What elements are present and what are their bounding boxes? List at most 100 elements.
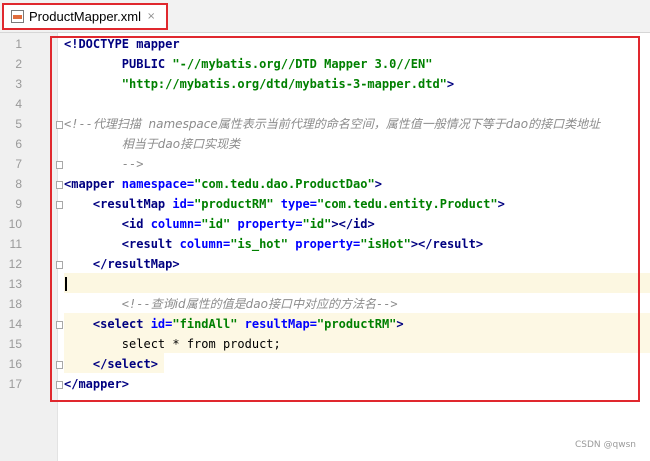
line-number: 9 <box>15 197 22 211</box>
attr-value: "id" <box>201 217 231 231</box>
tab-productmapper-xml[interactable]: ProductMapper.xml × <box>2 3 168 30</box>
code-line-7[interactable]: --> <box>64 154 144 174</box>
line-number: 13 <box>8 277 22 291</box>
attr-value: "com.tedu.dao.ProductDao" <box>194 177 375 191</box>
comment-open: <!-- <box>121 297 151 311</box>
line-number: 4 <box>15 97 22 111</box>
attr-value: "findAll" <box>172 317 238 331</box>
line-number: 18 <box>8 297 22 311</box>
attr-name: property <box>295 237 354 251</box>
current-line-highlight <box>64 273 650 293</box>
fold-marker-icon[interactable] <box>56 161 63 169</box>
comment-text: 相当于dao接口实现类 <box>121 137 241 151</box>
code-line-15[interactable]: <select id="findAll" resultMap="productR… <box>64 314 404 334</box>
attr-name: type <box>280 197 310 211</box>
editor-tab-bar: ProductMapper.xml × <box>0 0 650 33</box>
comment-text: 查询id属性的值是dao接口中对应的方法名 <box>150 297 376 311</box>
close-icon[interactable]: × <box>147 11 155 22</box>
attr-eq: = <box>186 177 195 191</box>
tag-close: ></id> <box>331 217 375 231</box>
code-line-5[interactable]: <!--代理扫描 namespace属性表示当前代理的命名空间，属性值一般情况下… <box>64 114 600 134</box>
fold-marker-icon[interactable] <box>56 321 63 329</box>
watermark: CSDN @qwsn <box>575 440 636 450</box>
attr-value: "productRM" <box>316 317 397 331</box>
sql-text: select * from product; <box>64 337 281 351</box>
tag-name: </resultMap> <box>92 257 180 271</box>
code-line-1[interactable]: <!DOCTYPE mapper <box>64 34 180 54</box>
attr-value: "com.tedu.entity.Product" <box>316 197 498 211</box>
tag-close: > <box>374 177 382 191</box>
attr-name: property <box>237 217 296 231</box>
tag-name: <mapper <box>64 177 122 191</box>
line-number: 15 <box>8 337 22 351</box>
tab-label: ProductMapper.xml <box>29 9 141 24</box>
code-line-18[interactable]: </mapper> <box>64 374 129 394</box>
tag-close: > <box>396 317 404 331</box>
fold-marker-icon[interactable] <box>56 361 63 369</box>
line-number: 7 <box>15 157 22 171</box>
line-number: 5 <box>15 117 22 131</box>
doctype-public-id: "-//mybatis.org//DTD Mapper 3.0//EN" <box>172 57 433 71</box>
tag-name: </mapper> <box>64 377 130 391</box>
line-number: 6 <box>15 137 22 151</box>
code-line-3[interactable]: "http://mybatis.org/dtd/mybatis-3-mapper… <box>64 74 454 94</box>
line-number: 2 <box>15 57 22 71</box>
text-caret <box>65 277 67 291</box>
code-line-16[interactable]: select * from product; <box>64 334 281 354</box>
attr-name: id <box>172 197 187 211</box>
attr-name: resultMap <box>244 317 310 331</box>
comment-open: <!-- <box>64 117 93 131</box>
line-number: 8 <box>15 177 22 191</box>
line-number: 17 <box>8 377 22 391</box>
attr-name: id <box>150 317 166 331</box>
line-number: 16 <box>8 357 22 371</box>
tag-close: > <box>497 197 505 211</box>
code-line-12[interactable]: </resultMap> <box>64 254 180 274</box>
code-line-6[interactable]: 相当于dao接口实现类 <box>64 134 240 154</box>
code-line-9[interactable]: <resultMap id="productRM" type="com.tedu… <box>64 194 505 214</box>
line-number: 10 <box>8 217 22 231</box>
tag-name: <select <box>92 317 151 331</box>
code-line-14[interactable]: <!--查询id属性的值是dao接口中对应的方法名--> <box>64 294 398 314</box>
fold-marker-icon[interactable] <box>56 181 63 189</box>
comment-close: --> <box>64 157 144 171</box>
fold-marker-icon[interactable] <box>56 381 63 389</box>
code-line-10[interactable]: <id column="id" property="id"></id> <box>64 214 375 234</box>
fold-marker-icon[interactable] <box>56 261 63 269</box>
tag-name: <resultMap <box>92 197 173 211</box>
line-number: 14 <box>8 317 22 331</box>
doctype-system-url: "http://mybatis.org/dtd/mybatis-3-mapper… <box>121 77 447 91</box>
attr-value: "id" <box>302 217 332 231</box>
attr-value: "productRM" <box>194 197 274 211</box>
attr-eq: = <box>309 197 317 211</box>
line-number: 1 <box>15 37 22 51</box>
doctype-token: <!DOCTYPE mapper <box>64 37 180 51</box>
fold-marker-icon[interactable] <box>56 201 63 209</box>
attr-value: "isHot" <box>360 237 411 251</box>
code-line-8[interactable]: <mapper namespace="com.tedu.dao.ProductD… <box>64 174 382 194</box>
tag-name: <id <box>121 217 151 231</box>
code-line-17[interactable]: </select> <box>64 354 158 374</box>
line-number: 12 <box>8 257 22 271</box>
attr-value: "is_hot" <box>230 237 288 251</box>
comment-text: 代理扫描 namespace属性表示当前代理的命名空间，属性值一般情况下等于da… <box>92 117 601 131</box>
fold-marker-icon[interactable] <box>56 121 63 129</box>
code-line-2[interactable]: PUBLIC "-//mybatis.org//DTD Mapper 3.0//… <box>64 54 433 74</box>
attr-name: namespace <box>121 177 187 191</box>
tag-name: </select> <box>92 357 158 371</box>
line-number: 3 <box>15 77 22 91</box>
line-number: 11 <box>9 237 22 251</box>
attr-eq: = <box>186 197 195 211</box>
attr-name: column <box>179 237 223 251</box>
comment-close: --> <box>375 297 398 311</box>
code-line-11[interactable]: <result column="is_hot" property="isHot"… <box>64 234 483 254</box>
